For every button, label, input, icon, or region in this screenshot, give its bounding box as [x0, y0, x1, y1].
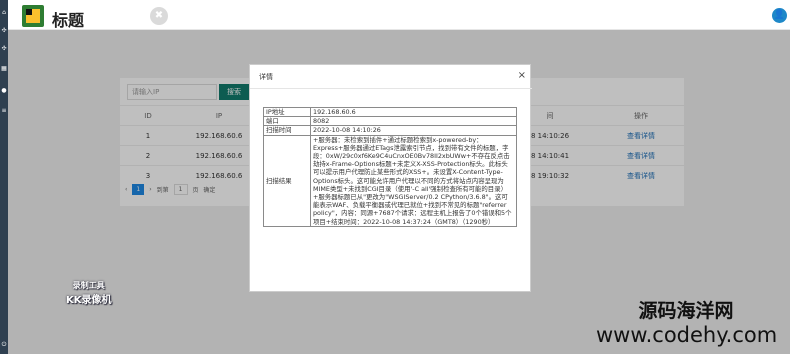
top-header: 标题 ✖ 👤 [8, 0, 790, 30]
detail-label: 端口 [263, 116, 311, 127]
scan-result-text: +服务器：未检索到插件+通过标题检索到x-powered-by：Express+… [310, 134, 517, 227]
app-logo [22, 5, 44, 27]
site-watermark: 源码海洋网 www.codehy.com [596, 296, 778, 347]
details-table: IP地址 192.168.60.6 端口 8082 扫描时间 2022-10-0… [263, 106, 517, 227]
detail-row: 扫描时间 2022-10-08 14:10:26 [263, 125, 517, 136]
detail-row: 端口 8082 [263, 116, 517, 127]
detail-value: 2022-10-08 14:10:26 [310, 125, 517, 136]
share-icon[interactable]: ✣ [1, 46, 7, 52]
detail-value: 192.168.60.6 [310, 106, 517, 118]
map-pin-icon[interactable]: ● [1, 88, 7, 94]
detail-label: 扫描时间 [263, 125, 311, 136]
grid-icon[interactable]: ▦ [1, 66, 7, 72]
list-icon[interactable]: ≡ [1, 108, 7, 114]
dialog-header: 详情 × [250, 65, 532, 89]
home-icon[interactable]: ⌂ [1, 10, 7, 16]
detail-row: 扫描结果 +服务器：未检索到插件+通过标题检索到x-powered-by：Exp… [263, 134, 517, 227]
user-avatar-button[interactable]: 👤 [772, 8, 787, 23]
share-icon[interactable]: ✣ [1, 28, 7, 34]
recorder-line1: 录制工具 [72, 281, 105, 290]
site-name: 源码海洋网 [638, 300, 734, 322]
site-url: www.codehy.com [596, 323, 778, 347]
page-title: 标题 [52, 11, 85, 30]
side-rail: ⌂ ✣ ✣ ▦ ● ≡ ⏻ [0, 0, 8, 354]
recorder-watermark: 录制工具 KK录像机 [66, 280, 112, 306]
power-icon[interactable]: ⏻ [1, 342, 7, 348]
detail-label: 扫描结果 [263, 134, 311, 227]
detail-label: IP地址 [263, 106, 311, 118]
detail-row: IP地址 192.168.60.6 [263, 106, 517, 118]
dialog-title: 详情 [259, 73, 273, 81]
details-dialog: 详情 × IP地址 192.168.60.6 端口 8082 扫描时间 2022… [249, 64, 532, 292]
detail-value: 8082 [310, 116, 517, 127]
recorder-line2: KK录像机 [66, 295, 112, 306]
close-icon[interactable]: × [518, 70, 526, 82]
close-tab-button[interactable]: ✖ [150, 7, 168, 25]
